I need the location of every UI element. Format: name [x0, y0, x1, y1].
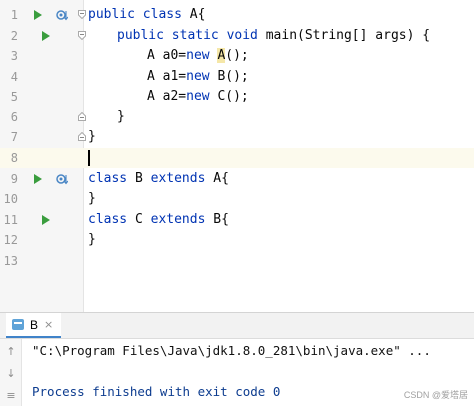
- code-token: A{: [213, 171, 229, 186]
- code-token: }: [117, 109, 125, 124]
- code-row-13: 13: [0, 251, 474, 271]
- arrow-down-icon[interactable]: ↓: [4, 367, 18, 381]
- code-token: }: [88, 191, 96, 206]
- implemented-override-icon[interactable]: [56, 173, 68, 185]
- code-editor[interactable]: 1 public class A{ 2 public static void m…: [0, 0, 474, 312]
- implemented-override-icon[interactable]: [56, 9, 68, 21]
- code-row-6: 6 }: [0, 107, 474, 127]
- soft-wrap-icon[interactable]: ≡: [4, 389, 18, 403]
- keyword-token: extends: [150, 171, 214, 186]
- console-exit-message: Process finished with exit code 0: [32, 384, 281, 399]
- run-config-icon: [12, 319, 24, 330]
- run-gutter-icon[interactable]: [42, 215, 50, 225]
- line-number: 5: [10, 90, 18, 104]
- keyword-token: class: [88, 212, 135, 227]
- run-tab-label: B: [30, 317, 39, 332]
- code-line[interactable]: }: [117, 107, 125, 127]
- fold-marker-icon[interactable]: [78, 112, 86, 121]
- code-token: }: [88, 232, 96, 247]
- code-line[interactable]: A a0=new A();: [147, 46, 249, 66]
- line-number: 6: [10, 110, 18, 124]
- code-token: }: [88, 129, 96, 144]
- run-gutter-icon[interactable]: [42, 31, 50, 41]
- line-number: 2: [10, 29, 18, 43]
- code-row-1: 1 public class A{: [0, 5, 474, 25]
- console-command-line[interactable]: "C:\Program Files\Java\jdk1.8.0_281\bin\…: [32, 342, 431, 360]
- code-row-4: 4 A a1=new B();: [0, 67, 474, 87]
- line-number: 9: [10, 172, 18, 186]
- fold-marker-icon[interactable]: [78, 31, 86, 40]
- keyword-token: public class: [88, 7, 190, 22]
- code-token: A a0=: [147, 48, 187, 63]
- line-number: 1: [10, 8, 18, 22]
- fold-marker-icon[interactable]: [78, 10, 86, 19]
- code-token: C();: [217, 89, 249, 104]
- code-row-12: 12 }: [0, 230, 474, 250]
- line-number: 4: [10, 70, 18, 84]
- code-row-3: 3 A a0=new A();: [0, 46, 474, 66]
- code-row-11: 11 class C extends B{: [0, 210, 474, 230]
- line-number: 10: [3, 192, 18, 206]
- code-line[interactable]: }: [88, 127, 96, 147]
- code-row-7: 7 }: [0, 127, 474, 147]
- run-gutter-icon[interactable]: [34, 174, 42, 184]
- code-line[interactable]: public static void main(String[] args) {: [117, 26, 430, 46]
- run-tab[interactable]: B ×: [6, 313, 62, 338]
- code-row-2: 2 public static void main(String[] args)…: [0, 26, 474, 46]
- code-token: A{: [189, 7, 206, 22]
- line-number: 12: [3, 233, 18, 247]
- code-row-8-current: 8: [0, 148, 474, 168]
- line-number: 3: [10, 49, 18, 63]
- line-number: 11: [3, 213, 18, 227]
- code-row-10: 10 }: [0, 189, 474, 209]
- watermark: CSDN @爱塔居: [403, 390, 468, 400]
- run-tab-bar: B ×: [0, 313, 474, 339]
- code-token: B();: [217, 69, 249, 84]
- code-token: B: [134, 171, 151, 186]
- code-line[interactable]: public class A{: [88, 5, 205, 25]
- code-token: ();: [225, 48, 249, 63]
- arrow-up-icon[interactable]: ↑: [4, 345, 18, 359]
- text-caret: [88, 150, 90, 166]
- close-icon[interactable]: ×: [44, 319, 53, 330]
- code-line[interactable]: A a1=new B();: [147, 67, 249, 87]
- code-token: C: [134, 212, 151, 227]
- keyword-token: new: [186, 69, 218, 84]
- keyword-token: class: [88, 171, 135, 186]
- code-line[interactable]: A a2=new C();: [147, 87, 249, 107]
- keyword-token: extends: [150, 212, 214, 227]
- code-line[interactable]: }: [88, 189, 96, 209]
- code-row-9: 9 class B extends A{: [0, 169, 474, 189]
- code-line[interactable]: class B extends A{: [88, 169, 229, 189]
- line-number: 13: [3, 254, 18, 268]
- code-line[interactable]: }: [88, 230, 96, 250]
- run-gutter-icon[interactable]: [34, 10, 42, 20]
- code-line[interactable]: class C extends B{: [88, 210, 229, 230]
- code-token: B{: [213, 212, 229, 227]
- code-token: main(String[] args) {: [265, 28, 431, 43]
- line-number: 7: [10, 130, 18, 144]
- run-side-toolbar: ↑ ↓ ≡: [0, 339, 22, 406]
- code-token: A a1=: [147, 69, 187, 84]
- code-token: A a2=: [147, 89, 187, 104]
- keyword-token: new: [186, 48, 218, 63]
- fold-marker-icon[interactable]: [78, 132, 86, 141]
- code-row-5: 5 A a2=new C();: [0, 87, 474, 107]
- line-number: 8: [10, 151, 18, 165]
- keyword-token: public static void: [117, 28, 266, 43]
- keyword-token: new: [186, 89, 218, 104]
- run-tool-window: B × ↑ ↓ ≡ "C:\Program Files\Java\jdk1.8.…: [0, 312, 474, 406]
